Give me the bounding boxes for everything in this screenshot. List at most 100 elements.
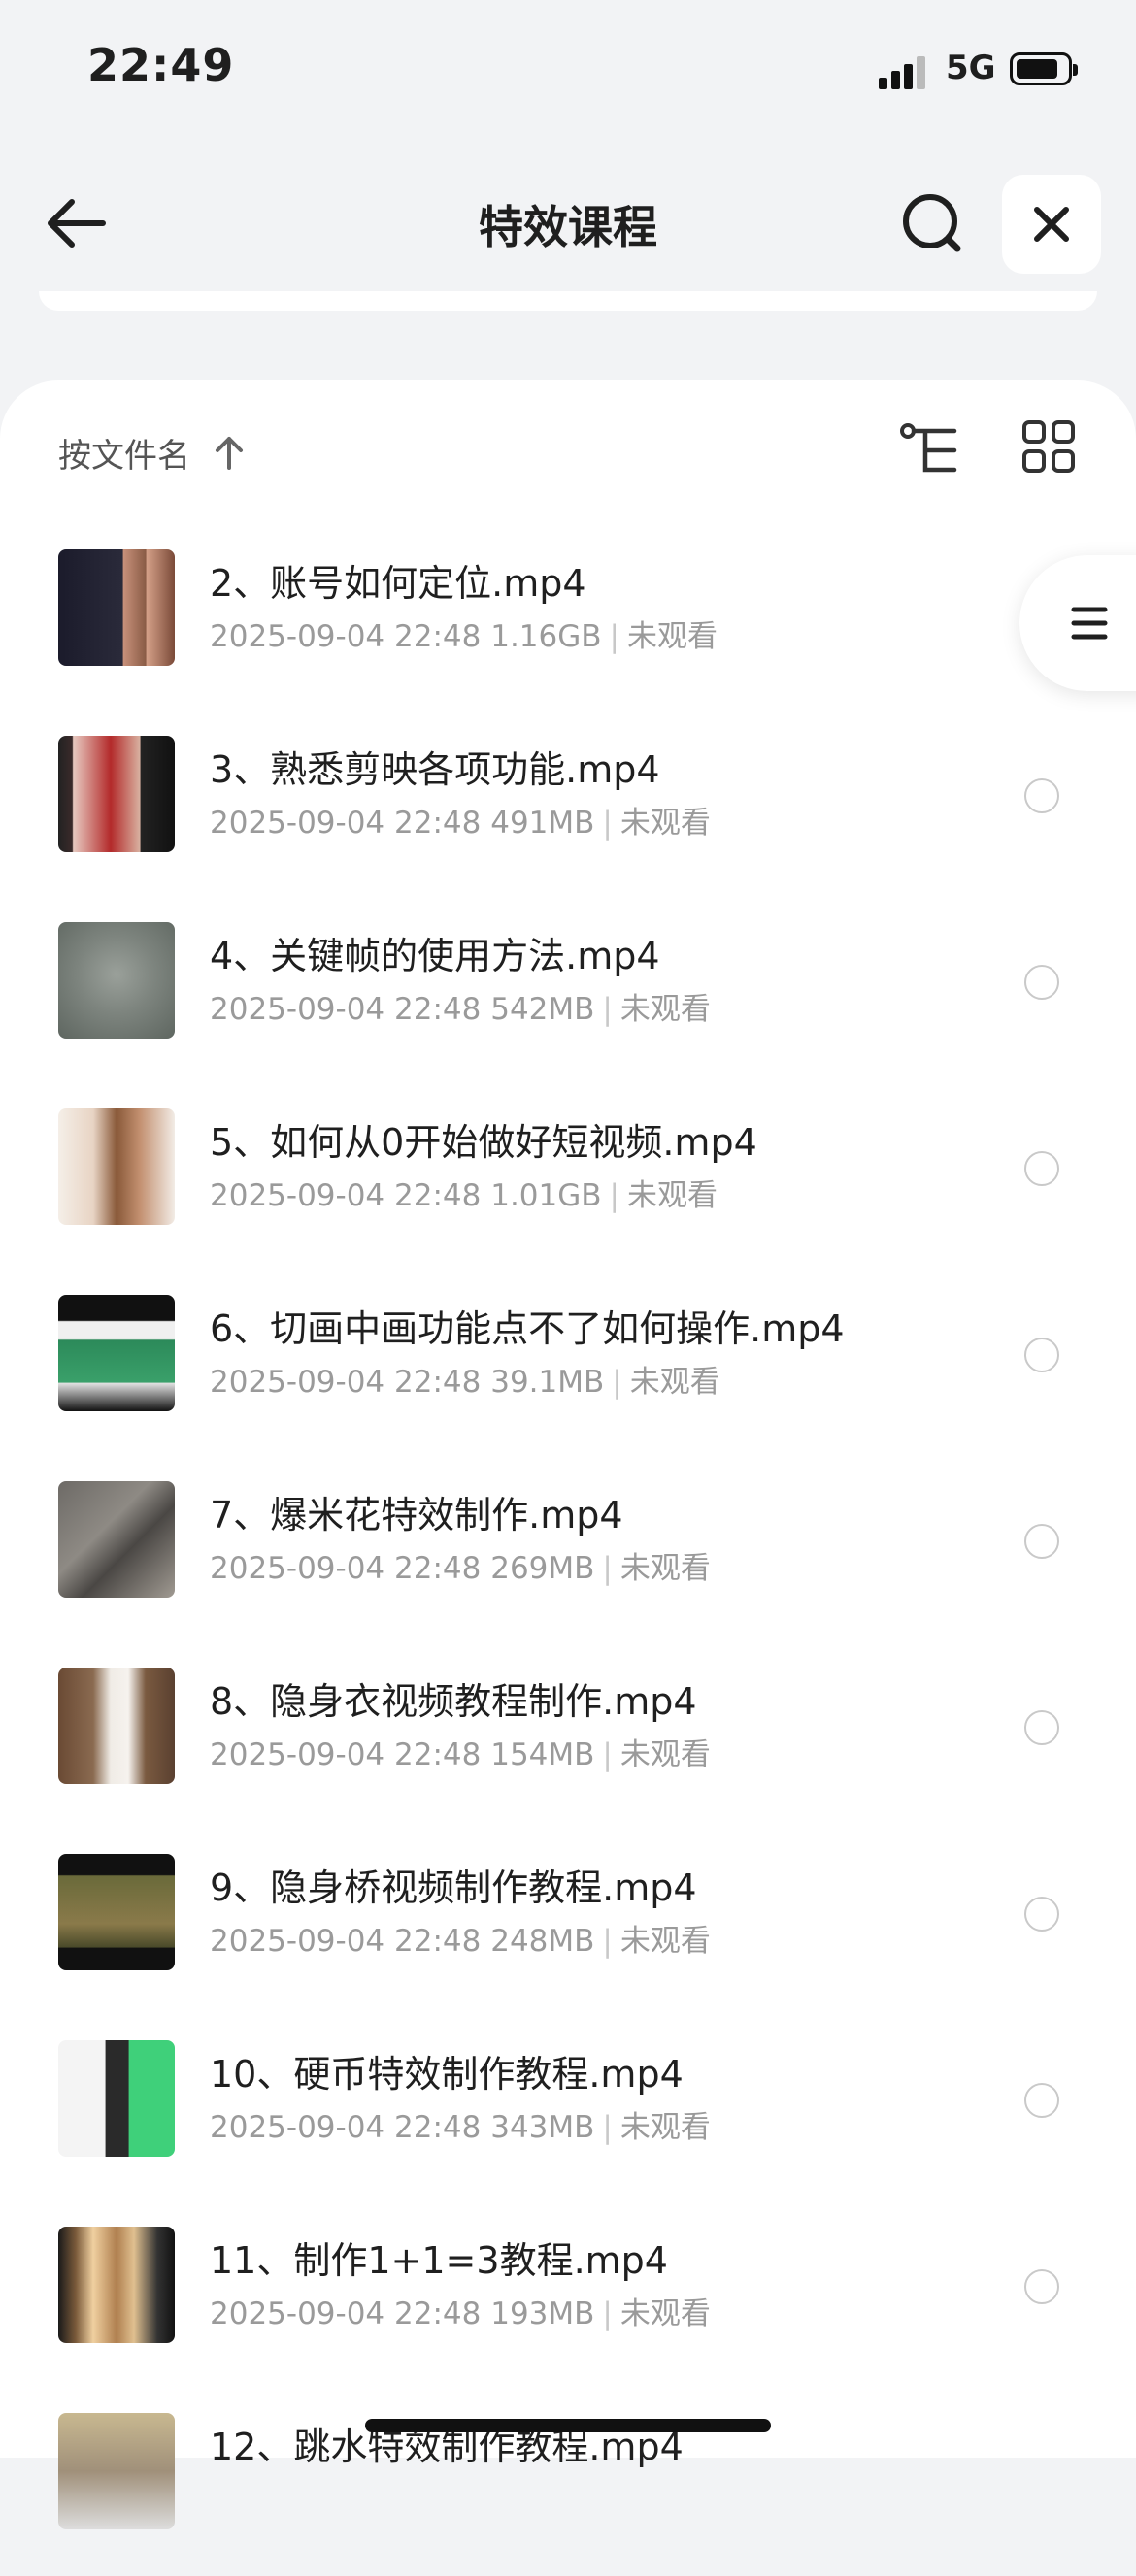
file-row[interactable]: 3、熟悉剪映各项功能.mp4 2025-09-04 22:48 491MB | 未观看: [0, 712, 1136, 899]
watch-status: 未观看: [619, 992, 711, 1027]
nav-header: 特效课程: [0, 165, 1136, 281]
video-thumbnail: [58, 1481, 175, 1598]
file-row[interactable]: 11、制作1+1=3教程.mp4 2025-09-04 22:48 193MB | 未…: [0, 2203, 1136, 2390]
watch-status: 未观看: [619, 1924, 711, 1959]
file-name: 6、切画中画功能点不了如何操作.mp4: [210, 1307, 845, 1350]
select-radio[interactable]: [1024, 1897, 1059, 1932]
meta-separator: |: [602, 2110, 613, 2145]
video-thumbnail: [58, 736, 175, 852]
watch-status: 未观看: [619, 2296, 711, 2331]
file-meta: 2025-09-04 22:48 269MB | 未观看: [210, 1543, 711, 1587]
meta-separator: |: [602, 1737, 613, 1772]
file-size: 193MB: [490, 2296, 595, 2331]
file-size: 343MB: [490, 2110, 595, 2145]
watch-status: 未观看: [626, 619, 718, 654]
file-date: 2025-09-04 22:48: [210, 619, 482, 654]
file-meta: 2025-09-04 22:48 542MB | 未观看: [210, 984, 711, 1028]
close-button[interactable]: [1002, 175, 1101, 274]
file-name: 5、如何从0开始做好短视频.mp4: [210, 1121, 757, 1164]
status-time: 22:49: [87, 39, 235, 91]
sort-label: 按文件名: [58, 436, 190, 476]
file-meta: 2025-09-04 22:48 491MB | 未观看: [210, 798, 711, 842]
video-thumbnail: [58, 2040, 175, 2157]
meta-separator: |: [609, 619, 619, 654]
file-size: 1.01GB: [490, 1178, 602, 1213]
file-size: 1.16GB: [490, 619, 602, 654]
video-thumbnail: [58, 1295, 175, 1411]
file-name: 2、账号如何定位.mp4: [210, 562, 586, 605]
video-thumbnail: [58, 1854, 175, 1970]
file-row[interactable]: 10、硬币特效制作教程.mp4 2025-09-04 22:48 343MB | 未观…: [0, 2017, 1136, 2203]
sort-control[interactable]: 按文件名: [58, 423, 247, 481]
video-thumbnail: [58, 2227, 175, 2343]
file-date: 2025-09-04 22:48: [210, 2110, 482, 2145]
file-row[interactable]: 5、如何从0开始做好短视频.mp4 2025-09-04 22:48 1.01GB…: [0, 1085, 1136, 1271]
video-thumbnail: [58, 922, 175, 1039]
file-name: 7、爆米花特效制作.mp4: [210, 1494, 623, 1536]
watch-status: 未观看: [619, 1551, 711, 1586]
file-name: 4、关键帧的使用方法.mp4: [210, 935, 660, 977]
file-date: 2025-09-04 22:48: [210, 1178, 482, 1213]
file-meta: 2025-09-04 22:48 248MB | 未观看: [210, 1916, 711, 1960]
search-icon: [903, 194, 961, 252]
file-date: 2025-09-04 22:48: [210, 1365, 482, 1400]
file-list-sheet: 按文件名 2、账号如何定位.mp4 2025-09-04 22:48 1.16GB…: [0, 380, 1136, 2529]
file-row[interactable]: 9、隐身桥视频制作教程.mp4 2025-09-04 22:48 248MB | 未观…: [0, 1831, 1136, 2017]
meta-separator: |: [602, 2296, 613, 2331]
file-meta: 2025-09-04 22:48 154MB | 未观看: [210, 1730, 711, 1773]
file-list: 2、账号如何定位.mp4 2025-09-04 22:48 1.16GB | 未观看 3…: [0, 526, 1136, 2576]
file-name: 9、隐身桥视频制作教程.mp4: [210, 1866, 697, 1909]
file-date: 2025-09-04 22:48: [210, 1737, 482, 1772]
select-radio[interactable]: [1024, 1710, 1059, 1745]
meta-separator: |: [612, 1365, 622, 1400]
file-row[interactable]: 8、隐身衣视频教程制作.mp4 2025-09-04 22:48 154MB | 未观…: [0, 1644, 1136, 1831]
watch-status: 未观看: [619, 806, 711, 841]
watch-status: 未观看: [626, 1178, 718, 1213]
file-meta: 2025-09-04 22:48 1.01GB | 未观看: [210, 1171, 718, 1214]
meta-separator: |: [602, 1551, 613, 1586]
collapsed-panel-edge: [39, 291, 1097, 311]
watch-status: 未观看: [619, 1737, 711, 1772]
select-radio[interactable]: [1024, 778, 1059, 813]
file-size: 39.1MB: [490, 1365, 605, 1400]
home-indicator: [365, 2419, 771, 2432]
meta-separator: |: [602, 806, 613, 841]
file-size: 248MB: [490, 1924, 595, 1959]
select-radio[interactable]: [1024, 1524, 1059, 1559]
file-meta: 2025-09-04 22:48 193MB | 未观看: [210, 2289, 711, 2332]
grid-view-icon[interactable]: [1021, 419, 1076, 474]
file-name: 10、硬币特效制作教程.mp4: [210, 2053, 684, 2096]
file-date: 2025-09-04 22:48: [210, 1924, 482, 1959]
meta-separator: |: [609, 1178, 619, 1213]
select-radio[interactable]: [1024, 965, 1059, 1000]
select-radio[interactable]: [1024, 1151, 1059, 1186]
file-meta: 2025-09-04 22:48 343MB | 未观看: [210, 2102, 711, 2146]
meta-separator: |: [602, 992, 613, 1027]
file-row[interactable]: 12、跳水特效制作教程.mp4: [0, 2390, 1136, 2576]
status-bar: 22:49 5G: [0, 0, 1136, 136]
arrow-up-icon: [216, 437, 243, 470]
file-row[interactable]: 7、爆米花特效制作.mp4 2025-09-04 22:48 269MB | 未观看: [0, 1458, 1136, 1644]
menu-icon: [1071, 607, 1108, 640]
file-row[interactable]: 6、切画中画功能点不了如何操作.mp4 2025-09-04 22:48 39.1…: [0, 1271, 1136, 1458]
file-name: 3、熟悉剪映各项功能.mp4: [210, 748, 660, 791]
select-radio[interactable]: [1024, 2269, 1059, 2304]
file-size: 491MB: [490, 806, 595, 841]
tree-view-icon[interactable]: [898, 419, 962, 483]
video-thumbnail: [58, 1108, 175, 1225]
meta-separator: |: [602, 1924, 613, 1959]
network-type: 5G: [946, 49, 996, 87]
battery-icon: [1010, 52, 1078, 85]
file-row[interactable]: 2、账号如何定位.mp4 2025-09-04 22:48 1.16GB | 未观看: [0, 526, 1136, 712]
file-meta: 2025-09-04 22:48 39.1MB | 未观看: [210, 1357, 720, 1401]
select-radio[interactable]: [1024, 2083, 1059, 2118]
file-row[interactable]: 4、关键帧的使用方法.mp4 2025-09-04 22:48 542MB | 未观看: [0, 899, 1136, 1085]
file-meta: 2025-09-04 22:48 1.16GB | 未观看: [210, 611, 718, 655]
select-radio[interactable]: [1024, 1338, 1059, 1372]
watch-status: 未观看: [619, 2110, 711, 2145]
video-thumbnail: [58, 2413, 175, 2529]
search-button[interactable]: [893, 184, 971, 262]
watch-status: 未观看: [629, 1365, 720, 1400]
file-date: 2025-09-04 22:48: [210, 1551, 482, 1586]
file-size: 269MB: [490, 1551, 595, 1586]
